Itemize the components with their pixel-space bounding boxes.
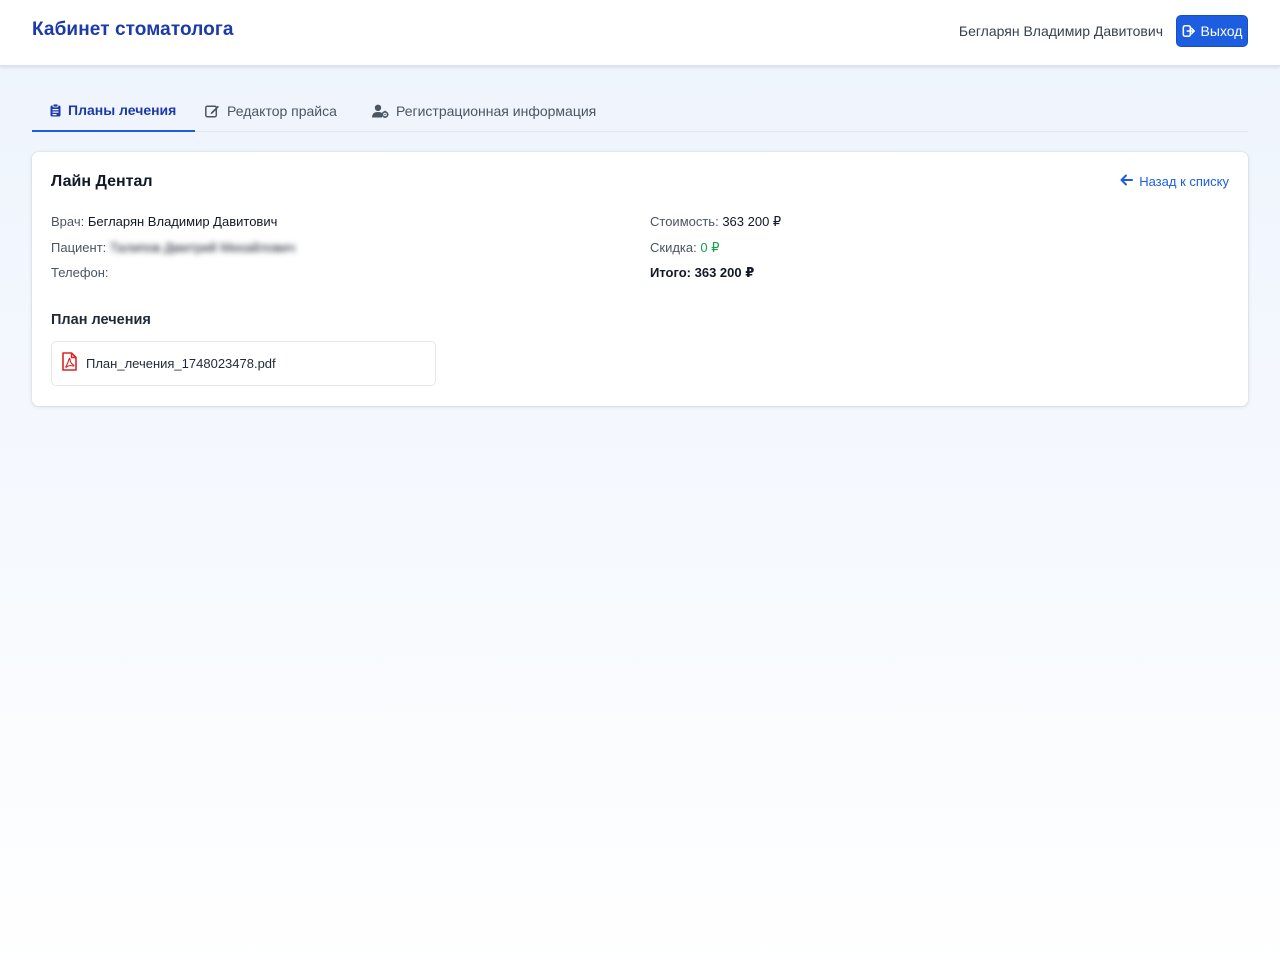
user-gear-icon <box>372 104 389 118</box>
phone-label: Телефон: <box>51 265 109 280</box>
clipboard-icon <box>50 103 61 117</box>
edit-icon <box>205 104 220 118</box>
back-label: Назад к списку <box>1139 174 1229 189</box>
phone-row: Телефон: <box>51 265 109 280</box>
cost-value: 363 200 ₽ <box>722 214 782 229</box>
top-header: Кабинет стоматолога Бегларян Владимир Да… <box>0 0 1280 66</box>
tab-registration-info[interactable]: Регистрационная информация <box>372 90 596 132</box>
doctor-label: Врач: <box>51 214 85 229</box>
treatment-plan-card: Лайн Дентал Назад к списку Врач: Бегларя… <box>32 152 1248 406</box>
patient-row: Пациент: Талипов Дмитрий Михайлович <box>51 240 295 255</box>
logout-button[interactable]: Выход <box>1176 15 1248 47</box>
total-row: Итого: 363 200 ₽ <box>650 265 755 280</box>
discount-label: Скидка: <box>650 240 697 255</box>
patient-label: Пациент: <box>51 240 107 255</box>
patient-value: Талипов Дмитрий Михайлович <box>109 240 296 255</box>
discount-row: Скидка: 0 ₽ <box>650 240 720 256</box>
main-tabs: Планы лечения Редактор прайса Регистраци… <box>32 90 1248 132</box>
tab-treatment-plans[interactable]: Планы лечения <box>32 90 196 132</box>
pdf-file-item[interactable]: План_лечения_1748023478.pdf <box>51 341 436 386</box>
file-name: План_лечения_1748023478.pdf <box>86 356 276 371</box>
app-title: Кабинет стоматолога <box>32 19 234 40</box>
tab-label: Редактор прайса <box>227 103 337 119</box>
tab-price-editor[interactable]: Редактор прайса <box>205 90 337 132</box>
doctor-value: Бегларян Владимир Давитович <box>87 214 278 229</box>
tab-label: Регистрационная информация <box>396 103 597 119</box>
sign-out-icon <box>1182 24 1196 38</box>
doctor-row: Врач: Бегларян Владимир Давитович <box>51 214 277 229</box>
pdf-file-icon <box>62 351 77 376</box>
clinic-name: Лайн Дентал <box>51 173 153 190</box>
cost-label: Стоимость: <box>650 214 719 229</box>
back-to-list-link[interactable]: Назад к списку <box>1120 174 1229 189</box>
tab-label: Планы лечения <box>68 102 177 118</box>
current-user-name: Бегларян Владимир Давитович <box>958 23 1163 39</box>
discount-value: 0 ₽ <box>700 240 720 255</box>
arrow-left-icon <box>1120 174 1134 189</box>
logout-label: Выход <box>1200 23 1243 39</box>
plan-section-title: План лечения <box>51 312 151 328</box>
cost-row: Стоимость: 363 200 ₽ <box>650 214 781 230</box>
